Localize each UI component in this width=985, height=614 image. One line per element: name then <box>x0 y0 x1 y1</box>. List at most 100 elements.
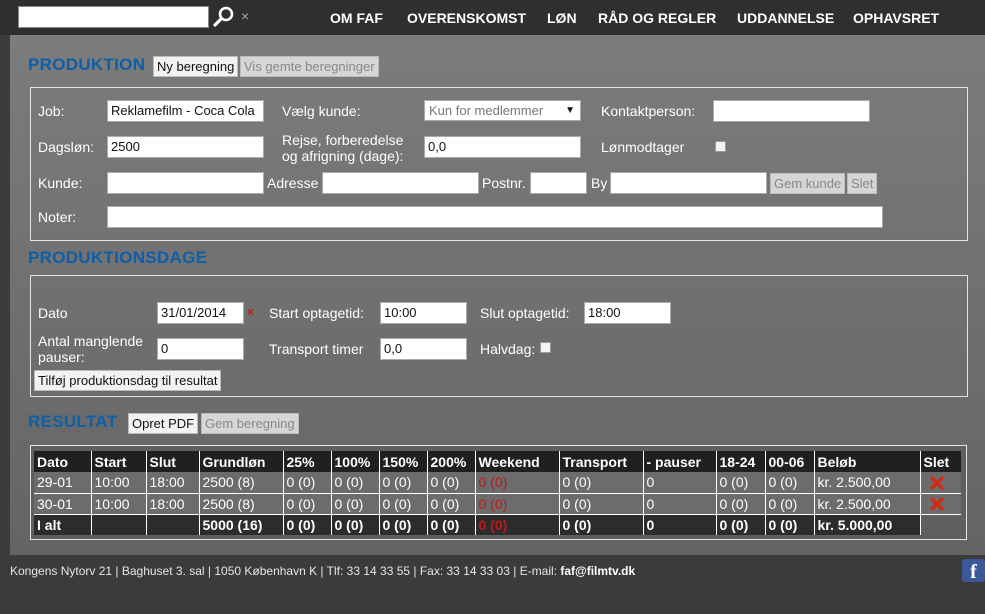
footer: Kongens Nytorv 21 | Baghuset 3. sal | 10… <box>0 555 985 614</box>
result-header-row: Dato Start Slut Grundløn 25% 100% 150% 2… <box>34 451 961 472</box>
top-bar: × OM FAF OVERENSKOMST LØN RÅD OG REGLER … <box>0 0 985 35</box>
cell: 30-01 <box>34 493 91 515</box>
cell: 2500 (8) <box>198 493 283 515</box>
cell: 0 (0) <box>426 493 475 515</box>
customer-select-value: Kun for medlemmer <box>429 103 544 118</box>
col-header: Beløb <box>813 451 920 472</box>
add-production-day-button[interactable]: Tilføj produktionsdag til resultat <box>34 370 222 391</box>
cell: 0 (0) <box>764 514 814 535</box>
new-calculation-button[interactable]: Ny beregning <box>153 56 239 77</box>
customer-select-label: Vælg kunde: <box>282 103 361 119</box>
col-header: Grundløn <box>198 451 283 472</box>
dagslon-label: Dagsløn: <box>38 139 95 155</box>
nav-ophavsret[interactable]: OPHAVSRET <box>853 10 939 26</box>
show-saved-calculations-button[interactable]: Vis gemte beregninger <box>240 56 379 77</box>
halfday-label: Halvdag: <box>480 341 536 357</box>
col-header: Transport <box>558 451 643 472</box>
employee-checkbox[interactable] <box>715 141 726 152</box>
footer-address: Kongens Nytorv 21 | Baghuset 3. sal | 10… <box>10 564 561 578</box>
nav-om-faf[interactable]: OM FAF <box>330 10 383 26</box>
date-label: Dato <box>38 305 68 321</box>
cell: 0 (0) <box>715 493 765 515</box>
kunde-label: Kunde: <box>38 175 83 191</box>
nav-raad-og-regler[interactable]: RÅD OG REGLER <box>598 10 716 26</box>
cell: 0 (0) <box>715 472 765 494</box>
cell: 18:00 <box>145 472 199 494</box>
cell <box>919 514 961 535</box>
cell: 18:00 <box>145 493 199 515</box>
save-calculation-button[interactable]: Gem beregning <box>201 413 299 434</box>
col-header: 100% <box>330 451 379 472</box>
pauses-label-line2: pauser: <box>38 349 85 365</box>
end-time-input[interactable]: 18:00 <box>584 302 671 324</box>
produktionsdage-title: PRODUKTIONSDAGE <box>28 248 208 267</box>
start-time-input[interactable]: 10:00 <box>380 302 467 324</box>
footer-email-link[interactable]: faf@filmtv.dk <box>560 564 635 578</box>
create-pdf-button[interactable]: Opret PDF <box>128 413 199 434</box>
transport-input[interactable]: 0,0 <box>380 338 467 360</box>
nav-lon[interactable]: LØN <box>547 10 577 26</box>
cell: kr. 2.500,00 <box>813 472 920 494</box>
delete-cell <box>919 493 961 515</box>
cell: 0 (0) <box>330 493 379 515</box>
cell: 5000 (16) <box>198 514 283 535</box>
cell: 0 (0) <box>282 514 331 535</box>
dagslon-input[interactable]: 2500 <box>107 136 264 158</box>
col-header: Slet <box>919 451 961 472</box>
cell: 0 <box>642 493 716 515</box>
delete-row-icon[interactable] <box>929 497 944 511</box>
delete-customer-button[interactable]: Slet <box>847 173 878 194</box>
cell: kr. 5.000,00 <box>813 514 920 535</box>
delete-cell <box>919 472 961 494</box>
job-input[interactable]: Reklamefilm - Coca Cola <box>107 100 264 122</box>
pauses-label-line1: Antal manglende <box>38 333 144 349</box>
col-header: 18-24 <box>715 451 765 472</box>
address-input[interactable] <box>322 172 479 194</box>
total-row: I alt 5000 (16) 0 (0) 0 (0) 0 (0) 0 (0) … <box>34 514 961 535</box>
nav-uddannelse[interactable]: UDDANNELSE <box>737 10 834 26</box>
save-customer-button[interactable]: Gem kunde <box>770 173 846 194</box>
start-time-label: Start optagetid: <box>269 305 364 321</box>
main-nav: OM FAF OVERENSKOMST LØN RÅD OG REGLER UD… <box>0 10 985 28</box>
col-header: Weekend <box>474 451 559 472</box>
produktion-title: PRODUKTION <box>28 55 146 74</box>
job-label: Job: <box>38 103 65 119</box>
cell: 0 (0) <box>764 472 814 494</box>
pauses-input[interactable]: 0 <box>157 338 244 360</box>
halfday-checkbox[interactable] <box>540 342 551 353</box>
cell: kr. 2.500,00 <box>813 493 920 515</box>
col-header: - pauser <box>642 451 716 472</box>
col-header: Start <box>90 451 146 472</box>
kunde-input[interactable] <box>107 172 264 194</box>
nav-overenskomst[interactable]: OVERENSKOMST <box>407 10 526 26</box>
cell: 0 (0) <box>282 493 331 515</box>
cell: 2500 (8) <box>198 472 283 494</box>
date-input[interactable]: 31/01/2014 <box>157 302 244 324</box>
contact-input[interactable] <box>713 100 870 122</box>
cell: 0 (0) <box>426 514 475 535</box>
table-row: 30-01 10:00 18:00 2500 (8) 0 (0) 0 (0) 0… <box>34 493 961 515</box>
travel-days-input[interactable]: 0,0 <box>424 136 581 158</box>
footer-contact: Kongens Nytorv 21 | Baghuset 3. sal | 10… <box>10 564 635 578</box>
customer-select[interactable]: Kun for medlemmer ▼ <box>424 100 581 121</box>
notes-input[interactable] <box>107 206 883 228</box>
cell: 0 <box>642 514 716 535</box>
resultat-title: RESULTAT <box>28 412 118 431</box>
cell: 0 <box>642 472 716 494</box>
end-time-label: Slut optagetid: <box>480 305 570 321</box>
city-input[interactable] <box>610 172 767 194</box>
cell <box>90 514 146 535</box>
clear-date-icon[interactable]: × <box>247 305 254 319</box>
cell: 0 (0) <box>558 472 643 494</box>
cell: 0 (0) <box>378 472 427 494</box>
cell: 0 (0) <box>764 493 814 515</box>
delete-row-icon[interactable] <box>929 476 944 490</box>
cell-weekend: 0 (0) <box>474 472 559 494</box>
cell-weekend: 0 (0) <box>474 493 559 515</box>
col-header: 200% <box>426 451 475 472</box>
table-row: 29-01 10:00 18:00 2500 (8) 0 (0) 0 (0) 0… <box>34 472 961 494</box>
postnr-input[interactable] <box>530 172 587 194</box>
facebook-icon[interactable]: f <box>962 559 985 583</box>
travel-label-line2: og afrigning (dage): <box>282 148 404 164</box>
cell: 10:00 <box>90 493 146 515</box>
